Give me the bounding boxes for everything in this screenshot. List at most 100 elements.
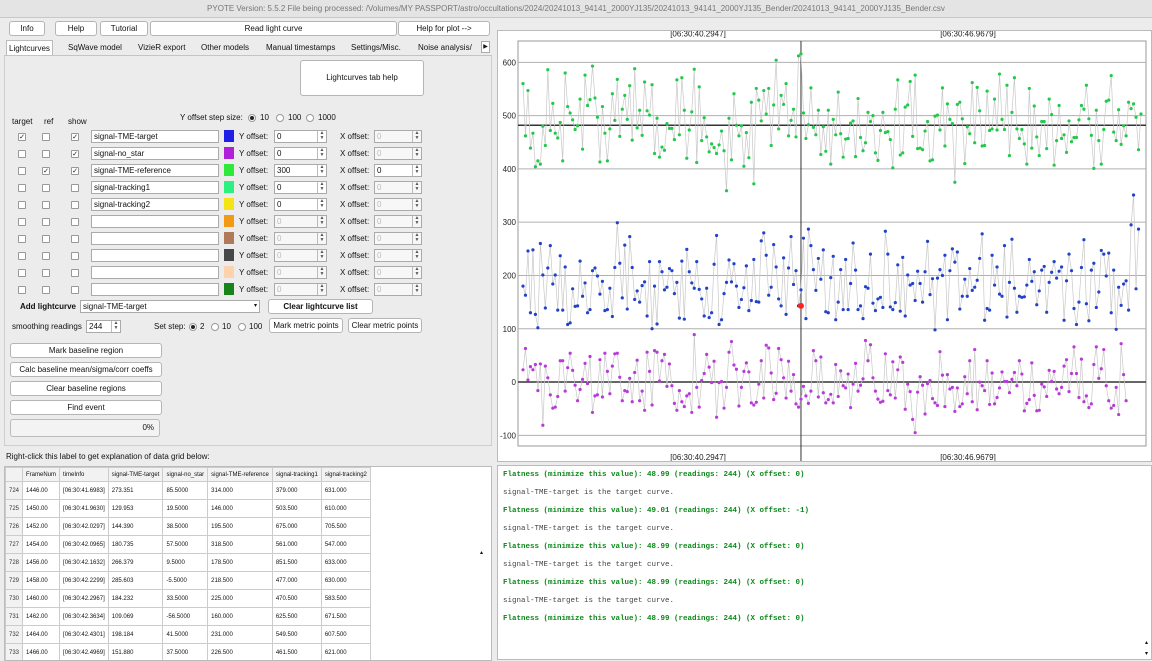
lightcurve-name-field[interactable] <box>91 215 219 228</box>
x-offset-input[interactable]: 0 ▲ ▼ <box>374 198 422 211</box>
row-header[interactable]: 726 <box>5 517 24 536</box>
spinner-arrows-icon[interactable]: ▲ ▼ <box>412 233 421 244</box>
table-cell[interactable]: 607.500 <box>320 625 371 644</box>
spinner-arrows-icon[interactable]: ▲ ▼ <box>412 216 421 227</box>
table-row[interactable]: 729 1458.00 [06:30:42.2299] 285.603 -5.5000 2… <box>5 571 371 590</box>
tab-vizier-export[interactable]: VizieR export <box>136 40 187 55</box>
table-cell[interactable]: 225.000 <box>207 589 273 608</box>
spinner-arrows-icon[interactable]: ▲ ▼ <box>317 284 326 295</box>
x-offset-input[interactable]: 0 ▲ ▼ <box>374 130 422 143</box>
x-offset-input[interactable]: 0 ▲ ▼ <box>374 147 422 160</box>
table-cell[interactable]: [06:30:42.2967] <box>59 589 109 608</box>
table-cell[interactable]: 549.500 <box>271 625 322 644</box>
column-header[interactable]: timeInfo <box>59 467 109 482</box>
column-header[interactable]: signal-tracking1 <box>271 467 322 482</box>
table-cell[interactable]: 178.500 <box>207 553 273 572</box>
row-header[interactable]: 732 <box>5 625 24 644</box>
row-header[interactable]: 729 <box>5 571 24 590</box>
table-cell[interactable]: 37.5000 <box>162 643 209 660</box>
table-cell[interactable]: 195.500 <box>207 517 273 536</box>
spinner-arrows-icon[interactable]: ▲ ▼ <box>412 182 421 193</box>
ref-checkbox[interactable]: ✓ <box>42 167 50 175</box>
x-offset-input[interactable]: 0 ▲ ▼ <box>374 164 422 177</box>
table-cell[interactable]: 273.351 <box>107 481 164 500</box>
table-cell[interactable]: 38.5000 <box>162 517 209 536</box>
show-checkbox[interactable]: ✓ <box>71 167 79 175</box>
table-cell[interactable]: 1464.00 <box>22 625 61 644</box>
add-lightcurve-select[interactable]: signal-TME-target ▾ <box>80 300 260 313</box>
target-checkbox[interactable] <box>18 184 26 192</box>
table-cell[interactable]: 705.500 <box>320 517 371 536</box>
table-cell[interactable]: 226.500 <box>207 643 273 660</box>
x-offset-input[interactable]: 0 ▲ ▼ <box>374 283 422 296</box>
spinner-arrows-icon[interactable]: ▲ ▼ <box>412 284 421 295</box>
table-cell[interactable]: [06:30:42.0965] <box>59 535 109 554</box>
table-cell[interactable]: 1462.00 <box>22 607 61 626</box>
spinner-arrows-icon[interactable]: ▲ ▼ <box>317 216 326 227</box>
x-offset-input[interactable]: 0 ▲ ▼ <box>374 215 422 228</box>
ref-checkbox[interactable] <box>42 184 50 192</box>
row-header[interactable]: 728 <box>5 553 24 572</box>
table-cell[interactable]: 1454.00 <box>22 535 61 554</box>
table-cell[interactable]: 610.000 <box>320 499 371 518</box>
x-offset-input[interactable]: 0 ▲ ▼ <box>374 249 422 262</box>
log-scroll-up-icon[interactable]: ▴ <box>1145 639 1148 646</box>
smoothing-readings-input[interactable]: 244 ▲ ▼ <box>86 320 121 333</box>
lightcurves-tab-help-button[interactable]: Lightcurves tab help <box>300 60 424 96</box>
y-offset-input[interactable]: 0 ▲ ▼ <box>274 283 327 296</box>
tab-manual-timestamps[interactable]: Manual timestamps <box>264 40 337 55</box>
table-cell[interactable]: 160.000 <box>207 607 273 626</box>
x-offset-input[interactable]: 0 ▲ ▼ <box>374 232 422 245</box>
table-cell[interactable]: 85.5000 <box>162 481 209 500</box>
table-cell[interactable]: 1446.00 <box>22 481 61 500</box>
row-header[interactable]: 733 <box>5 643 24 660</box>
table-cell[interactable]: 630.000 <box>320 571 371 590</box>
table-cell[interactable]: 266.379 <box>107 553 164 572</box>
show-checkbox[interactable] <box>71 252 79 260</box>
color-swatch[interactable] <box>224 147 234 159</box>
table-row[interactable]: 732 1464.00 [06:30:42.4301] 198.184 41.5000 2… <box>5 625 371 644</box>
table-cell[interactable]: 1456.00 <box>22 553 61 572</box>
table-cell[interactable]: 41.5000 <box>162 625 209 644</box>
table-cell[interactable]: 851.500 <box>271 553 322 572</box>
table-cell[interactable]: 470.500 <box>271 589 322 608</box>
y-offset-input[interactable]: 300 ▲ ▼ <box>274 164 327 177</box>
color-swatch[interactable] <box>224 215 234 227</box>
table-cell[interactable]: 318.500 <box>207 535 273 554</box>
lightcurve-name-field[interactable]: signal-tracking1 <box>91 181 219 194</box>
table-cell[interactable]: [06:30:42.4301] <box>59 625 109 644</box>
table-row[interactable]: 725 1450.00 [06:30:41.9630] 129.953 19.5000 1… <box>5 499 371 518</box>
tab-noise-analysis[interactable]: Noise analysis/ <box>416 40 480 55</box>
clear-metric-points-button[interactable]: Clear metric points <box>348 318 422 333</box>
table-cell[interactable]: 231.000 <box>207 625 273 644</box>
lightcurve-name-field[interactable] <box>91 249 219 262</box>
set-step-100-radio[interactable] <box>238 323 246 331</box>
table-cell[interactable]: 379.000 <box>271 481 322 500</box>
show-checkbox[interactable]: ✓ <box>71 150 79 158</box>
target-checkbox[interactable] <box>18 269 26 277</box>
table-cell[interactable]: 561.000 <box>271 535 322 554</box>
lightcurve-name-field[interactable] <box>91 283 219 296</box>
color-swatch[interactable] <box>224 232 234 244</box>
clear-baseline-regions-button[interactable]: Clear baseline regions <box>10 381 162 396</box>
table-cell[interactable]: -5.5000 <box>162 571 209 590</box>
row-header[interactable]: 730 <box>5 589 24 608</box>
table-cell[interactable]: 461.500 <box>271 643 322 660</box>
table-cell[interactable]: [06:30:41.6983] <box>59 481 109 500</box>
show-checkbox[interactable] <box>71 235 79 243</box>
y-offset-input[interactable]: 0 ▲ ▼ <box>274 181 327 194</box>
show-checkbox[interactable] <box>71 286 79 294</box>
spinner-arrows-icon[interactable]: ▲ ▼ <box>317 267 326 278</box>
ref-checkbox[interactable] <box>42 269 50 277</box>
mark-baseline-region-button[interactable]: Mark baseline region <box>10 343 162 358</box>
table-cell[interactable]: 129.953 <box>107 499 164 518</box>
show-checkbox[interactable] <box>71 184 79 192</box>
tab-settings-misc[interactable]: Settings/Misc. <box>349 40 403 55</box>
target-checkbox[interactable] <box>18 201 26 209</box>
x-offset-input[interactable]: 0 ▲ ▼ <box>374 266 422 279</box>
y-offset-input[interactable]: 0 ▲ ▼ <box>274 147 327 160</box>
lightcurve-name-field[interactable]: signal-TME-reference <box>91 164 219 177</box>
table-cell[interactable]: 19.5000 <box>162 499 209 518</box>
row-header[interactable]: 727 <box>5 535 24 554</box>
column-header[interactable]: signal-TME-reference <box>207 467 273 482</box>
